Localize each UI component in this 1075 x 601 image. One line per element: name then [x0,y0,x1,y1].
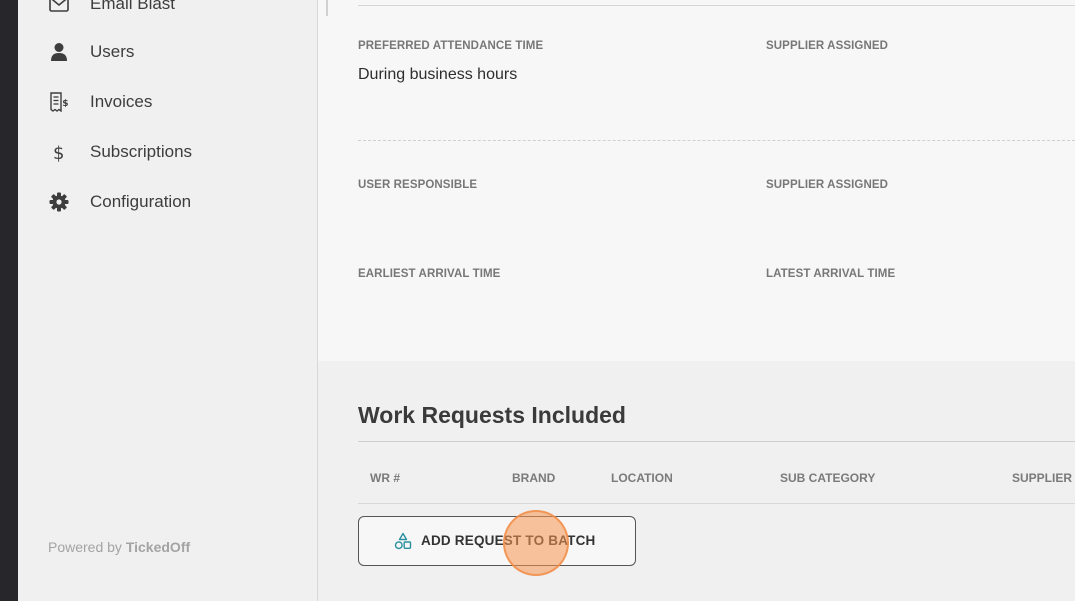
sidebar-item-invoices[interactable]: $ Invoices [18,80,317,124]
divider [358,5,1075,6]
divider [358,441,1075,442]
dollar-icon: $ [48,141,70,163]
invoice-icon: $ [48,91,70,113]
supplier-assigned-label: SUPPLIER ASSIGNED [766,40,889,52]
main-content: PREFERRED ATTENDANCE TIME During busines… [318,0,1075,601]
sidebar-item-label: Invoices [90,92,153,111]
user-icon [48,41,70,63]
sidebar-item-label: Subscriptions [90,142,193,161]
powered-by: Powered by TickedOff [48,539,191,555]
scrollbar-fragment [326,0,328,16]
request-details-panel: PREFERRED ATTENDANCE TIME During busines… [318,0,1075,361]
preferred-attendance-value: During business hours [358,66,518,83]
column-header-brand[interactable]: BRAND [512,471,555,485]
section-title: Work Requests Included [358,402,626,428]
column-header-wr[interactable]: WR # [370,471,400,485]
mail-icon [48,0,70,15]
user-responsible-label: USER RESPONSIBLE [358,179,478,191]
brand-name[interactable]: TickedOff [126,539,190,555]
divider [358,503,1075,504]
latest-arrival-label: LATEST ARRIVAL TIME [766,268,896,280]
preferred-attendance-label: PREFERRED ATTENDANCE TIME [358,40,544,52]
earliest-arrival-label: EARLIEST ARRIVAL TIME [358,268,501,280]
add-request-label: ADD REQUEST TO BATCH [421,533,596,548]
window-edge [0,0,18,601]
sidebar-item-label: Configuration [90,192,192,211]
sidebar-item-configuration[interactable]: Configuration [18,180,317,224]
add-request-to-batch-button[interactable]: ADD REQUEST TO BATCH [358,516,636,566]
sidebar-item-users[interactable]: Users [18,30,317,74]
sidebar-item-subscriptions[interactable]: $ Subscriptions [18,130,317,174]
sidebar-item-email-blast[interactable]: Email Blast [18,0,317,26]
sidebar-item-label: Users [90,42,135,61]
supplier-assigned-label: SUPPLIER ASSIGNED [766,179,889,191]
dashed-divider [358,140,1075,141]
sidebar: Email Blast Users $ Invoices $ Subscript… [18,0,318,601]
column-header-supplier[interactable]: SUPPLIER A [1012,471,1075,485]
column-header-sub-category[interactable]: SUB CATEGORY [780,471,875,485]
sidebar-item-label: Email Blast [90,0,176,13]
svg-text:$: $ [53,143,64,162]
svg-text:$: $ [62,99,68,109]
gear-icon [48,191,70,213]
column-header-location[interactable]: LOCATION [611,471,673,485]
shapes-icon [394,532,412,550]
